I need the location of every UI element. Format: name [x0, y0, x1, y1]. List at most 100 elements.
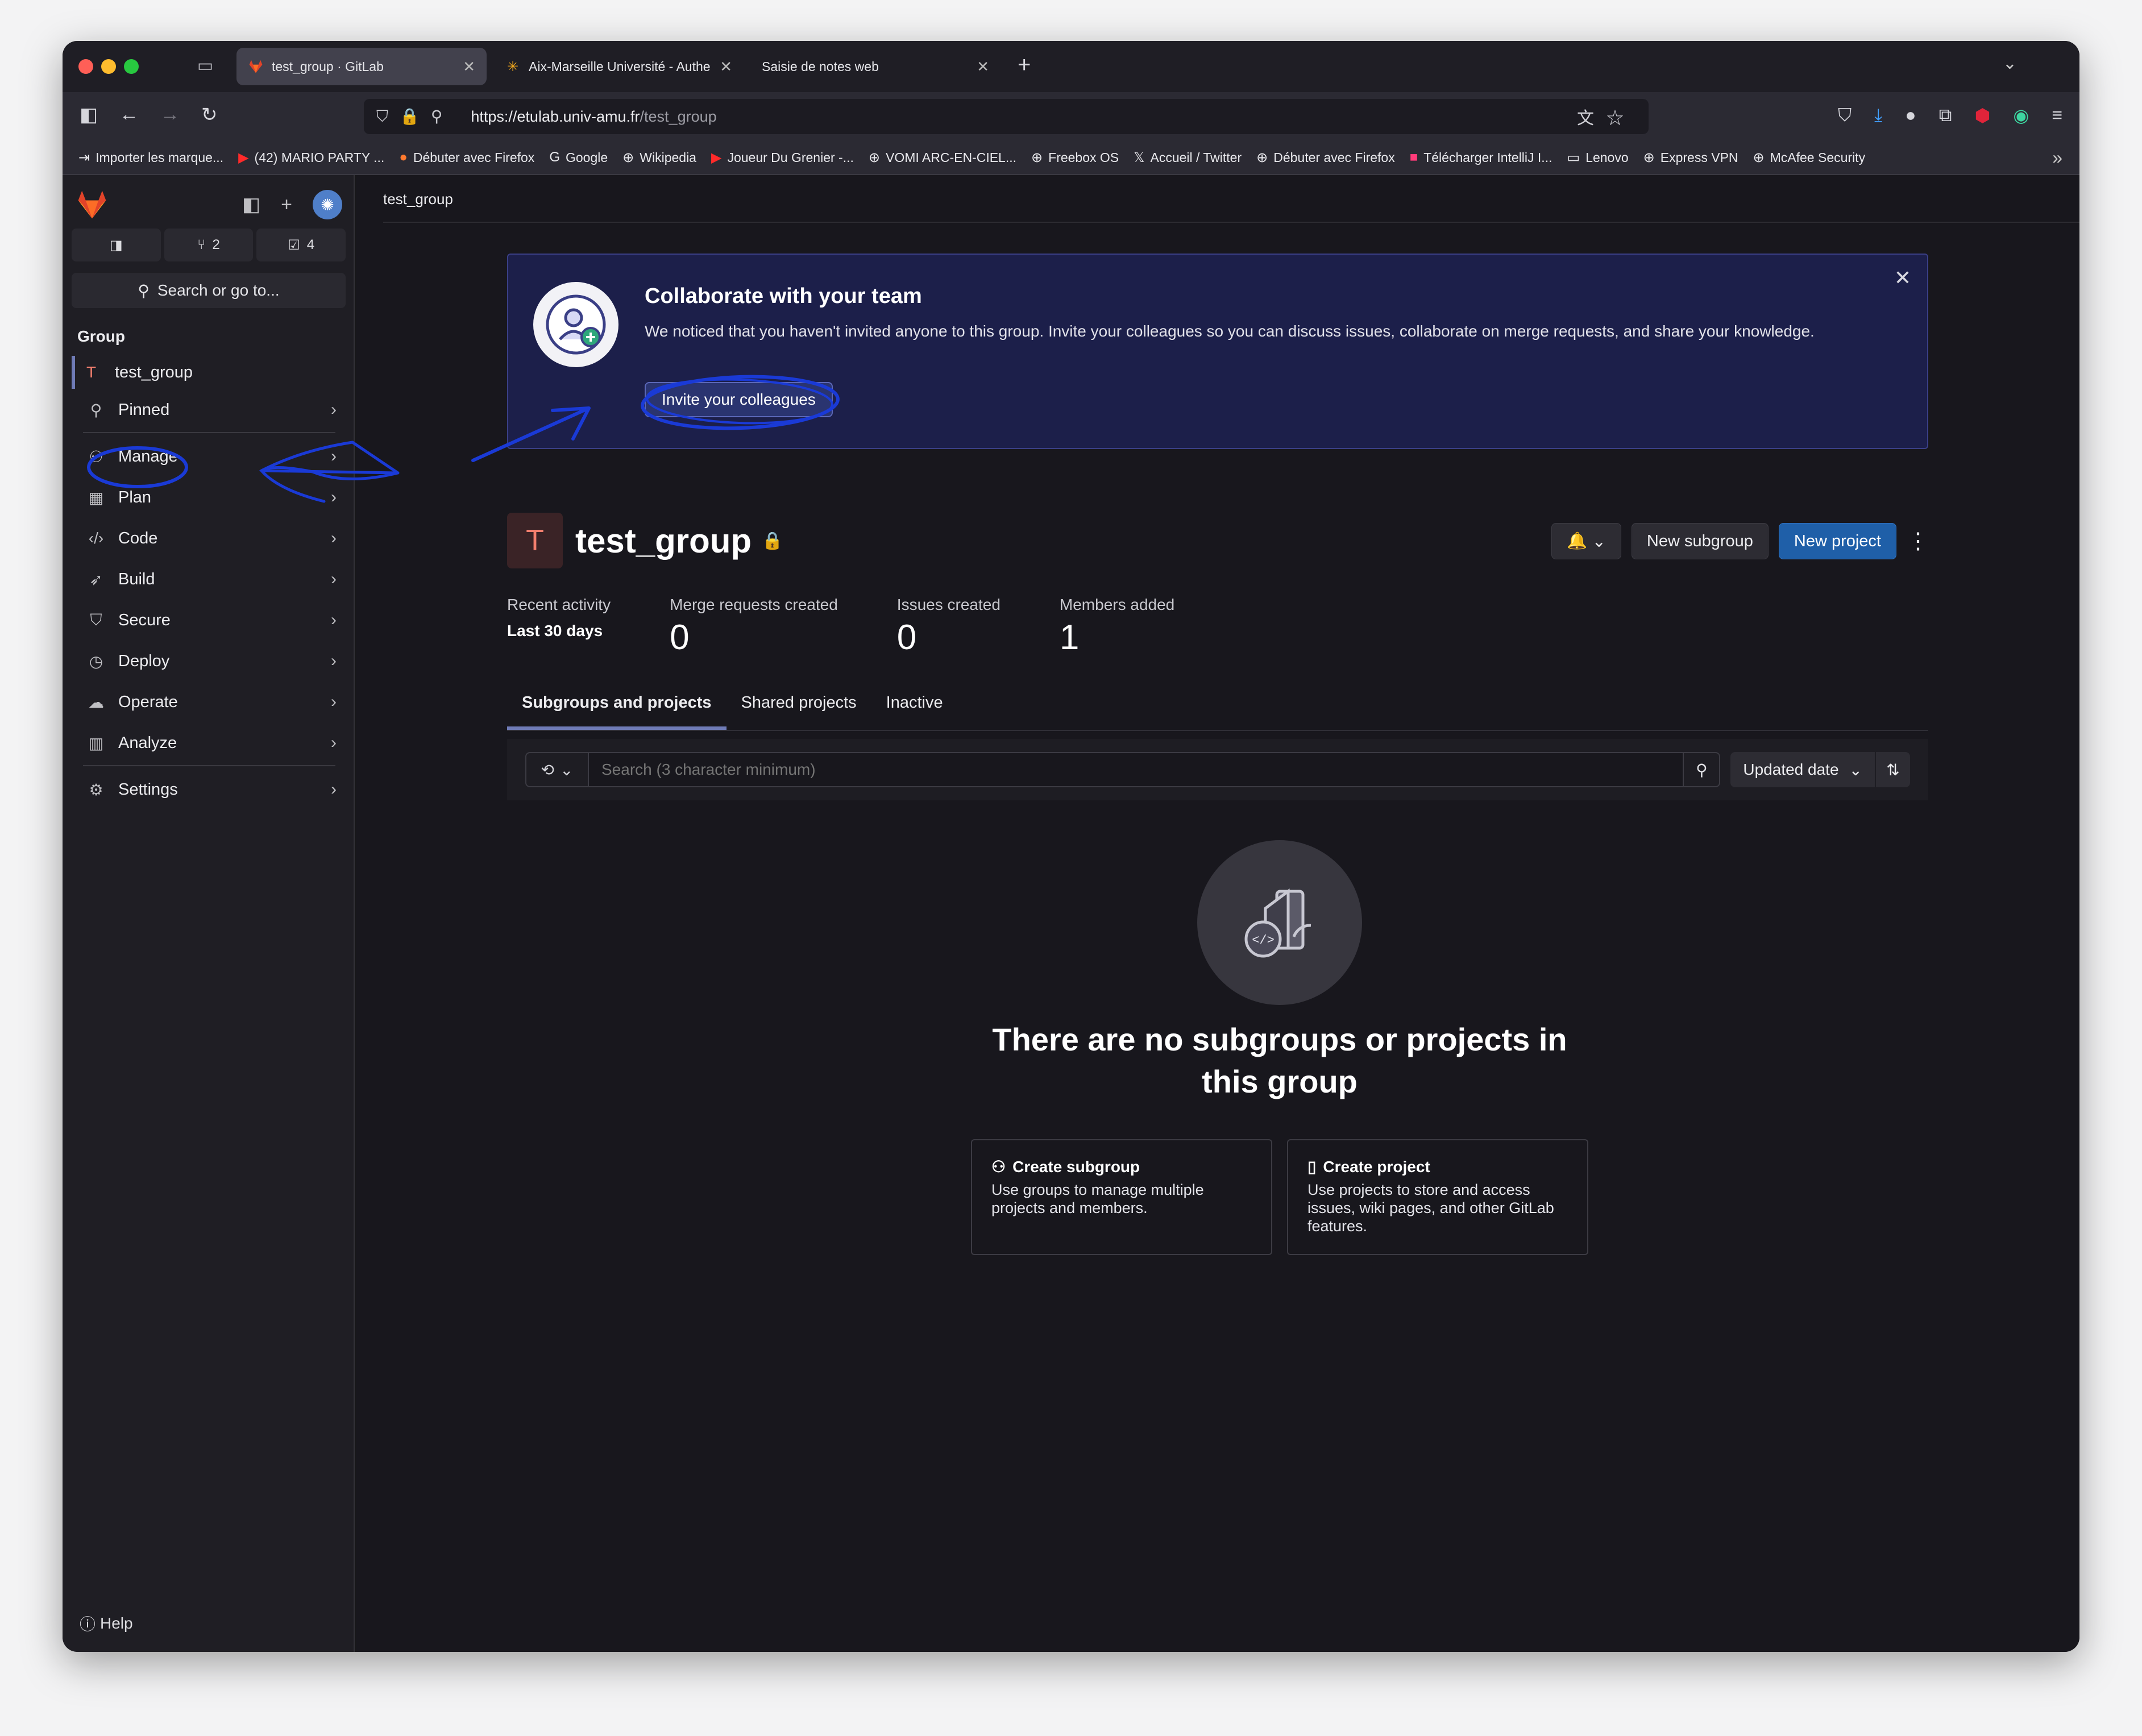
- breadcrumb[interactable]: test_group: [383, 175, 2079, 223]
- sidebar-item-pinned[interactable]: ⚲ Pinned ›: [72, 393, 346, 426]
- folder-icon: ▭: [1567, 149, 1580, 165]
- bookmarks-bar: ⇥ Importer les marque... ▶ (42) MARIO PART…: [63, 141, 2079, 175]
- create-subgroup-card[interactable]: ⚇ Create subgroup Use groups to manage mu…: [971, 1139, 1272, 1255]
- sidebar-item-deploy[interactable]: ◷ Deploy ›: [72, 645, 346, 678]
- chevron-down-icon: ⌄: [560, 761, 574, 779]
- code-icon: ‹/›: [88, 529, 104, 547]
- youtube-icon: ▶: [238, 149, 249, 165]
- bookmark-item[interactable]: ▶ (42) MARIO PARTY ...: [238, 149, 384, 166]
- chevron-right-icon: ›: [331, 692, 337, 711]
- bookmark-item[interactable]: ⊕ Débuter avec Firefox: [1256, 149, 1395, 166]
- notifications-dropdown[interactable]: 🔔 ⌄: [1551, 523, 1621, 559]
- banner-text: We noticed that you haven't invited anyo…: [645, 322, 1815, 340]
- menu-icon[interactable]: ≡: [2052, 105, 2062, 126]
- browser-window: ▭ test_group · GitLab ✕ ✳ Aix-Marseille …: [63, 41, 2079, 1652]
- search-icon[interactable]: ⚲: [1684, 752, 1721, 787]
- account-icon[interactable]: ●: [1905, 105, 1916, 126]
- invite-colleagues-button[interactable]: Invite your colleagues: [645, 382, 833, 417]
- sidebar-item-test-group[interactable]: T test_group: [72, 356, 346, 389]
- chevron-right-icon: ›: [331, 733, 337, 752]
- create-new-icon[interactable]: +: [281, 194, 292, 216]
- maximize-window-button[interactable]: [124, 59, 139, 74]
- download-icon[interactable]: ⤓: [1874, 105, 1882, 126]
- sidebar-item-operate[interactable]: ☁ Operate ›: [72, 686, 346, 719]
- bookmark-item[interactable]: ▭ Lenovo: [1567, 149, 1628, 166]
- bookmark-item[interactable]: ⊕ VOMI ARC-EN-CIEL...: [869, 149, 1016, 166]
- navigation-bar: ◧ ← → ↻ ⛉🔒⚲ https://etulab.univ-amu.fr/t…: [63, 92, 2079, 141]
- new-tab-icon[interactable]: +: [1018, 52, 1031, 78]
- sidebar-item-code[interactable]: ‹/› Code ›: [72, 522, 346, 555]
- subgroup-icon: ⚇: [991, 1158, 1006, 1176]
- deploy-icon: ◷: [89, 652, 103, 670]
- users-icon: ⚇: [89, 447, 103, 466]
- close-tab-icon[interactable]: ✕: [977, 58, 989, 76]
- bookmark-item[interactable]: ● Débuter avec Firefox: [399, 149, 534, 165]
- close-icon[interactable]: ✕: [1894, 266, 1911, 290]
- issues-count-button[interactable]: ◨: [72, 229, 161, 261]
- chevron-right-icon: ›: [331, 570, 337, 588]
- gitlab-logo-icon[interactable]: [75, 188, 109, 222]
- globe-icon: ⊕: [1643, 149, 1655, 165]
- more-actions-icon[interactable]: ⋮: [1907, 528, 1929, 554]
- tab-overview-icon[interactable]: ▭: [194, 56, 216, 76]
- address-bar[interactable]: ⛉🔒⚲ https://etulab.univ-amu.fr/test_grou…: [364, 99, 1649, 134]
- search-or-go-to-button[interactable]: ⚲ Search or go to...: [72, 273, 346, 308]
- user-avatar[interactable]: ✺: [313, 190, 342, 219]
- extensions-icon[interactable]: ⧉: [1939, 105, 1952, 126]
- pocket-icon[interactable]: ⛉: [1838, 105, 1852, 126]
- merge-requests-count-button[interactable]: ⑂ 2: [164, 229, 254, 261]
- bookmark-item[interactable]: ⊕ Wikipedia: [622, 149, 696, 166]
- collapse-sidebar-icon[interactable]: ◧: [242, 193, 260, 216]
- reload-icon[interactable]: ↻: [201, 103, 218, 126]
- bookmark-item[interactable]: ⊕ Express VPN: [1643, 149, 1738, 166]
- close-window-button[interactable]: [78, 59, 93, 74]
- sort-dropdown[interactable]: Updated date ⌄: [1730, 752, 1875, 787]
- bookmark-item[interactable]: 𝕏 Accueil / Twitter: [1134, 149, 1242, 166]
- new-subgroup-button[interactable]: New subgroup: [1631, 523, 1769, 559]
- create-project-card[interactable]: ▯ Create project Use projects to store an…: [1287, 1139, 1588, 1255]
- bell-icon: 🔔: [1567, 532, 1588, 550]
- help-button[interactable]: ⓘ Help: [80, 1612, 133, 1635]
- bookmark-item[interactable]: ▶ Joueur Du Grenier -...: [711, 149, 854, 166]
- bookmark-item[interactable]: ⊕ Freebox OS: [1031, 149, 1119, 166]
- gear-icon: ⚙: [89, 780, 103, 799]
- sidebar-item-secure[interactable]: ⛉ Secure ›: [72, 604, 346, 637]
- chevron-double-right-icon[interactable]: »: [2052, 147, 2062, 168]
- sidebar-toggle-icon[interactable]: ◧: [80, 103, 98, 126]
- sort-direction-icon[interactable]: ⇅: [1875, 752, 1910, 787]
- project-icon: ▯: [1307, 1158, 1317, 1176]
- ublock-icon[interactable]: ⬢: [1974, 105, 1990, 126]
- bookmark-item[interactable]: ■ Télécharger IntelliJ I...: [1410, 149, 1552, 165]
- chevron-right-icon: ›: [331, 651, 337, 670]
- browser-tab-notes[interactable]: Saisie de notes web ✕: [750, 48, 1001, 85]
- back-icon[interactable]: ←: [119, 103, 139, 126]
- recent-searches-dropdown[interactable]: ⟲ ⌄: [525, 752, 589, 787]
- browser-tab-amu[interactable]: ✳ Aix-Marseille Université - Authe ✕: [493, 48, 744, 85]
- translate-bookmark-icons[interactable]: 文☆: [1577, 104, 1636, 129]
- browser-tab-gitlab[interactable]: test_group · GitLab ✕: [236, 48, 487, 85]
- sidebar-item-manage[interactable]: ⚇ Manage ›: [72, 440, 346, 473]
- sidebar-top-actions: ◧ + ✺: [242, 190, 342, 219]
- new-project-button[interactable]: New project: [1778, 523, 1896, 559]
- vpn-icon[interactable]: ◉: [2013, 105, 2029, 126]
- bookmark-item[interactable]: ⇥ Importer les marque...: [78, 149, 223, 166]
- sidebar-item-build[interactable]: ➶ Build ›: [72, 563, 346, 596]
- globe-icon: ⊕: [1753, 149, 1765, 165]
- sidebar-item-analyze[interactable]: ▥ Analyze ›: [72, 726, 346, 759]
- forward-icon[interactable]: →: [160, 103, 180, 126]
- bookmark-item[interactable]: ⊕ McAfee Security: [1753, 149, 1866, 166]
- tab-shared-projects[interactable]: Shared projects: [727, 675, 871, 730]
- chevron-down-icon[interactable]: ⌄: [2003, 53, 2017, 73]
- todos-count-button[interactable]: ☑ 4: [256, 229, 346, 261]
- sidebar-item-plan[interactable]: ▦ Plan ›: [72, 481, 346, 514]
- tab-inactive[interactable]: Inactive: [871, 675, 958, 730]
- sidebar-item-settings[interactable]: ⚙ Settings ›: [72, 773, 346, 806]
- minimize-window-button[interactable]: [101, 59, 116, 74]
- project-tabs: Subgroups and projects Shared projects I…: [507, 675, 1928, 731]
- tab-subgroups-and-projects[interactable]: Subgroups and projects: [507, 675, 727, 730]
- bookmark-item[interactable]: G Google: [549, 149, 608, 165]
- close-tab-icon[interactable]: ✕: [720, 58, 732, 76]
- close-tab-icon[interactable]: ✕: [463, 58, 475, 76]
- google-icon: G: [549, 149, 560, 165]
- search-input[interactable]: [589, 752, 1684, 787]
